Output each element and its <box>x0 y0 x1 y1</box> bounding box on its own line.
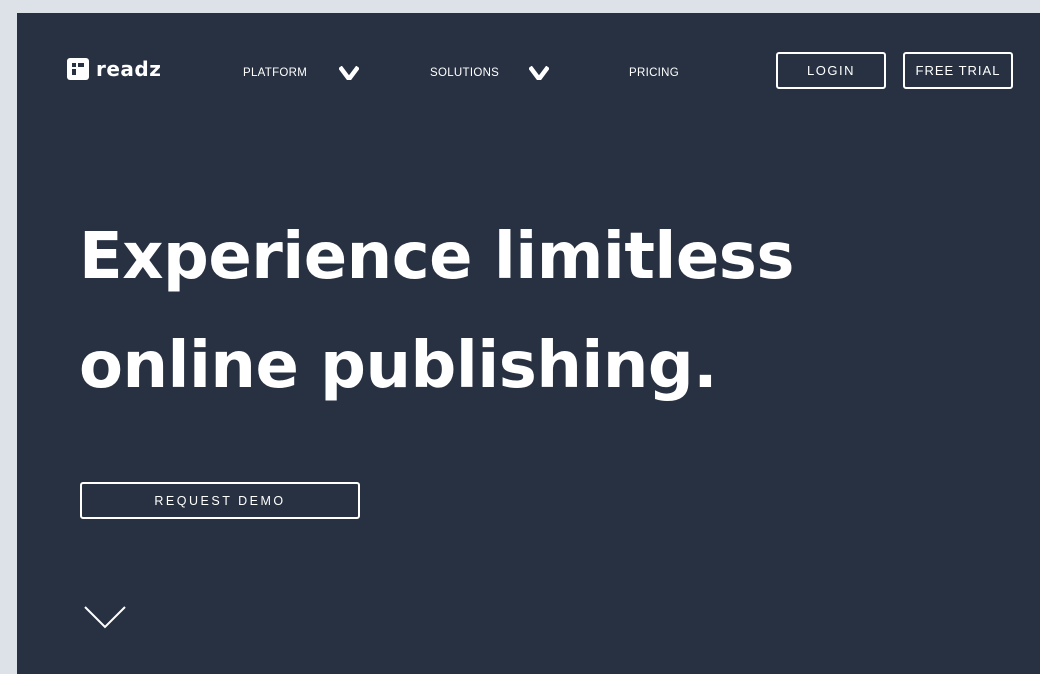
brand-logo[interactable]: readz <box>67 58 161 80</box>
readz-logo-icon <box>67 58 89 80</box>
chevron-down-icon[interactable] <box>339 66 359 80</box>
login-button[interactable]: LOGIN <box>776 52 886 89</box>
hero-headline-line-2: online publishing. <box>79 329 717 403</box>
scroll-down-chevron-icon[interactable] <box>83 605 127 629</box>
nav-item-label: SOLUTIONS <box>430 67 500 79</box>
nav-item-platform[interactable]: PLATFORM <box>243 67 307 79</box>
chevron-down-icon[interactable] <box>529 66 549 80</box>
nav-item-pricing[interactable]: PRICING <box>629 67 679 79</box>
nav-item-label: PLATFORM <box>243 67 308 79</box>
login-button-label: LOGIN <box>807 63 855 78</box>
nav-item-label: PRICING <box>629 67 680 79</box>
nav-item-solutions[interactable]: SOLUTIONS <box>430 67 499 79</box>
request-demo-button[interactable]: REQUEST DEMO <box>80 482 360 519</box>
hero-headline-line-1: Experience limitless <box>79 220 794 294</box>
brand-name: readz <box>96 57 162 81</box>
request-demo-button-label: REQUEST DEMO <box>154 493 286 508</box>
free-trial-button[interactable]: FREE TRIAL <box>903 52 1013 89</box>
hero-section: readz PLATFORM SOLUTIONS PRICING LOGIN F… <box>17 13 1040 674</box>
hero-headline: Experience limitless online publishing. <box>79 203 794 421</box>
free-trial-button-label: FREE TRIAL <box>915 63 1001 78</box>
